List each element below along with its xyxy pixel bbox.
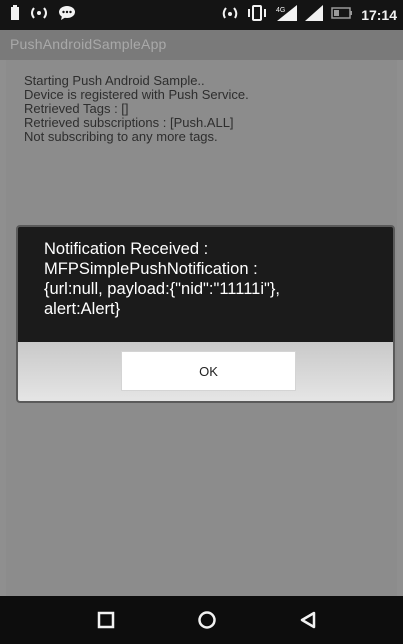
log-line: Device is registered with Push Service. xyxy=(24,87,249,102)
log-line: Not subscribing to any more tags. xyxy=(24,129,218,144)
battery-icon xyxy=(10,4,20,26)
dialog-message-line: Notification Received : xyxy=(44,240,209,258)
nfc-icon xyxy=(221,5,239,26)
home-icon[interactable] xyxy=(195,608,219,632)
status-left-icons xyxy=(10,4,76,26)
signal-icon xyxy=(305,4,324,26)
wifi-hotspot-icon xyxy=(28,5,50,26)
status-right-icons: 4G 17:14 xyxy=(221,4,397,26)
vibrate-icon xyxy=(247,4,267,26)
dialog-button-area: OK xyxy=(18,342,393,401)
dialog-message: Notification Received : MFPSimplePushNot… xyxy=(44,239,384,319)
dialog-message-line: alert:Alert} xyxy=(44,300,121,318)
status-bar: 4G 17:14 xyxy=(0,0,403,30)
navigation-bar xyxy=(0,596,403,644)
app-title: PushAndroidSampleApp xyxy=(10,36,167,52)
back-icon[interactable] xyxy=(296,608,320,632)
log-line: Starting Push Android Sample.. xyxy=(24,73,205,88)
dialog-message-line: MFPSimplePushNotification : xyxy=(44,260,258,278)
ok-button[interactable]: OK xyxy=(121,351,296,391)
log-line: Retrieved subscriptions : [Push.ALL] xyxy=(24,115,234,130)
signal-4g-icon: 4G xyxy=(275,4,298,26)
message-icon xyxy=(58,5,76,26)
status-time: 17:14 xyxy=(361,7,397,23)
log-list: Starting Push Android Sample.. Device is… xyxy=(24,74,249,144)
recent-apps-icon[interactable] xyxy=(94,608,118,632)
app-title-bar: PushAndroidSampleApp xyxy=(0,30,403,60)
notification-dialog: Notification Received : MFPSimplePushNot… xyxy=(16,225,395,403)
svg-text:4G: 4G xyxy=(276,7,285,14)
battery-level-icon xyxy=(331,6,353,25)
log-line: Retrieved Tags : [] xyxy=(24,101,129,116)
dialog-message-line: {url:null, payload:{"nid":"11111i"}, xyxy=(44,280,280,298)
